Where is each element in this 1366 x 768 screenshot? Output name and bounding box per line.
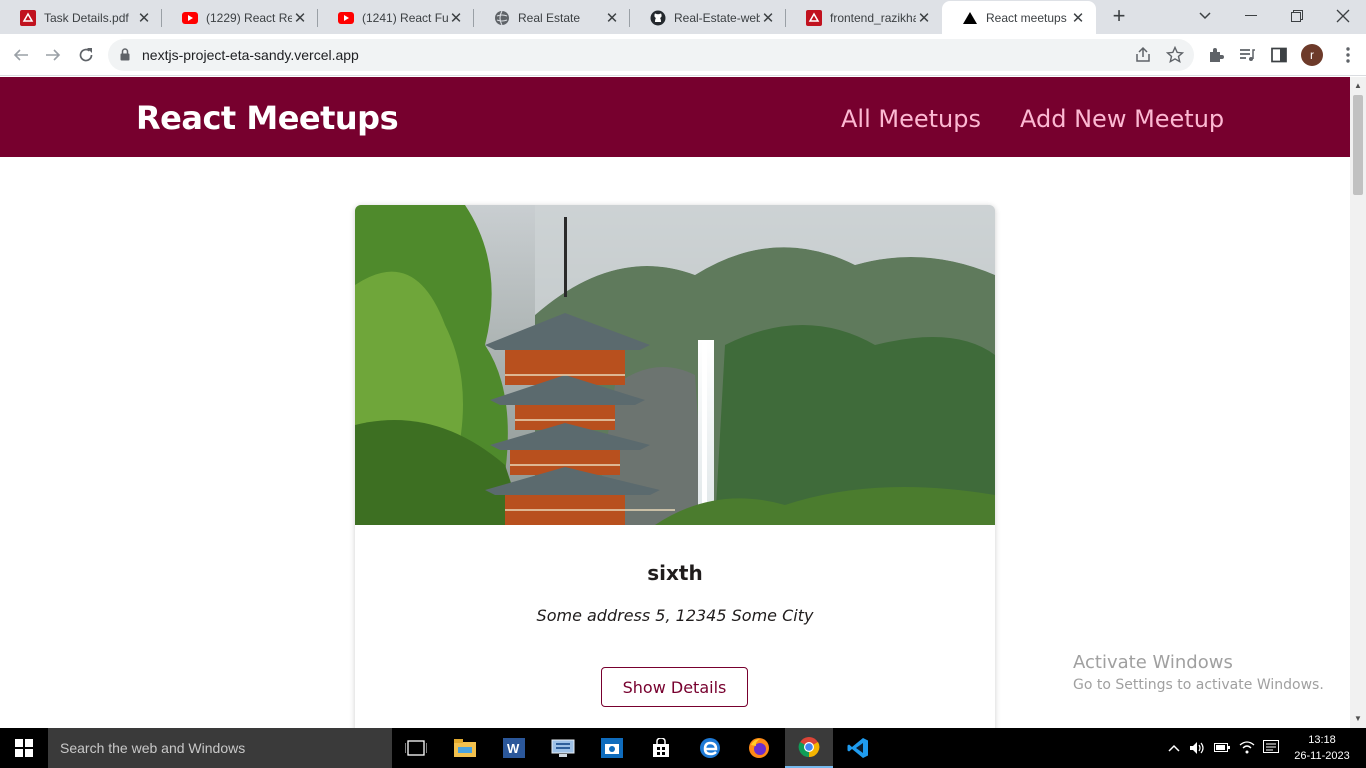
tab-real-estate[interactable]: Real Estate ✕ (474, 1, 630, 34)
tab-title: frontend_razikha (830, 10, 916, 25)
tab-title: Real-Estate-web (674, 10, 760, 25)
back-button[interactable] (9, 43, 33, 67)
tab-search-button[interactable] (1182, 0, 1228, 32)
close-tab-icon[interactable]: ✕ (448, 9, 464, 27)
tab-react-meetups[interactable]: React meetups ✕ (942, 1, 1096, 34)
media-control-icon[interactable] (1237, 45, 1257, 65)
camera-app-icon[interactable] (588, 728, 636, 768)
close-icon (1336, 9, 1350, 23)
side-panel-icon[interactable] (1269, 45, 1289, 65)
menu-icon[interactable] (1338, 45, 1358, 65)
wifi-icon[interactable] (1239, 740, 1255, 757)
scrollbar-thumb[interactable] (1353, 95, 1363, 195)
restore-icon (1291, 10, 1303, 22)
svg-text:W: W (507, 741, 520, 756)
minimize-button[interactable] (1228, 0, 1274, 32)
tab-title: Task Details.pdf (44, 10, 129, 25)
windows-logo-icon (15, 739, 33, 757)
tab-title: React meetups (986, 10, 1067, 25)
close-tab-icon[interactable]: ✕ (916, 9, 932, 27)
browser-tab-strip: Task Details.pdf ✕ (1229) React Res ✕ (1… (0, 0, 1366, 34)
globe-icon (494, 10, 510, 26)
vercel-icon (962, 10, 978, 26)
tab-title: (1241) React Full (362, 10, 448, 25)
watermark-title: Activate Windows (1073, 652, 1233, 673)
page-scrollbar[interactable]: ▲ ▼ (1350, 77, 1366, 728)
arrow-left-icon (13, 49, 28, 61)
start-button[interactable] (0, 728, 48, 768)
meetup-image (355, 205, 995, 525)
address-bar[interactable]: nextjs-project-eta-sandy.vercel.app (108, 39, 1194, 71)
reload-button[interactable] (74, 43, 98, 67)
site-header: React Meetups All Meetups Add New Meetup (0, 77, 1350, 157)
nav-all-meetups-link[interactable]: All Meetups (841, 105, 981, 133)
taskbar-clock[interactable]: 13:18 26-11-2023 (1292, 732, 1352, 764)
tab-react-full[interactable]: (1241) React Full ✕ (318, 1, 474, 34)
pdf-icon (806, 9, 822, 26)
tab-react-res[interactable]: (1229) React Res ✕ (162, 1, 318, 34)
task-view-icon[interactable] (392, 728, 440, 768)
share-icon[interactable] (1134, 46, 1152, 69)
tray-chevron-up-icon[interactable] (1168, 740, 1180, 755)
meetup-title: sixth (647, 561, 703, 585)
tab-frontend-razikha[interactable]: frontend_razikha ✕ (786, 1, 942, 34)
network-app-icon[interactable] (539, 728, 587, 768)
browser-toolbar: nextjs-project-eta-sandy.vercel.app r (0, 34, 1366, 76)
action-center-icon[interactable] (1263, 740, 1279, 759)
scroll-up-icon[interactable]: ▲ (1354, 81, 1362, 90)
url-text[interactable]: nextjs-project-eta-sandy.vercel.app (142, 47, 359, 63)
close-tab-icon[interactable]: ✕ (760, 9, 776, 27)
battery-icon[interactable] (1214, 741, 1230, 756)
firefox-icon[interactable] (735, 728, 783, 768)
close-tab-icon[interactable]: ✕ (1070, 9, 1086, 27)
edge-icon[interactable] (686, 728, 734, 768)
arrow-right-icon (46, 49, 61, 61)
windows-taskbar: Search the web and Windows W 13:18 26-11… (0, 728, 1366, 768)
minimize-icon (1245, 15, 1257, 16)
tab-task-details[interactable]: Task Details.pdf ✕ (0, 1, 162, 34)
restore-button[interactable] (1274, 0, 1320, 32)
file-explorer-icon[interactable] (441, 728, 489, 768)
reload-icon (79, 48, 93, 62)
close-tab-icon[interactable]: ✕ (136, 9, 152, 27)
lock-icon[interactable] (120, 48, 130, 66)
extensions-icon[interactable] (1206, 45, 1226, 65)
close-tab-icon[interactable]: ✕ (604, 9, 620, 27)
youtube-icon (338, 10, 354, 26)
chevron-down-icon (1199, 12, 1211, 20)
pdf-icon (20, 9, 36, 26)
tab-title: Real Estate (518, 10, 581, 25)
scroll-down-icon[interactable]: ▼ (1354, 714, 1362, 723)
page-viewport: React Meetups All Meetups Add New Meetup (0, 77, 1350, 728)
watermark-subtitle: Go to Settings to activate Windows. (1073, 677, 1324, 693)
store-icon[interactable] (637, 728, 685, 768)
clock-time: 13:18 (1308, 734, 1336, 746)
youtube-icon (182, 10, 198, 26)
site-logo[interactable]: React Meetups (136, 99, 399, 137)
taskbar-search-placeholder: Search the web and Windows (60, 740, 246, 756)
clock-date: 26-11-2023 (1294, 750, 1350, 762)
meetup-card: sixth Some address 5, 12345 Some City Sh… (355, 205, 995, 728)
activate-windows-watermark: Activate Windows Go to Settings to activ… (1073, 652, 1324, 693)
bookmark-star-icon[interactable] (1165, 45, 1185, 69)
tab-title: (1229) React Res (206, 10, 292, 25)
profile-avatar[interactable]: r (1301, 44, 1323, 66)
new-tab-button[interactable]: + (1108, 5, 1130, 28)
chrome-icon[interactable] (785, 728, 833, 768)
meetup-address: Some address 5, 12345 Some City (536, 606, 814, 625)
taskbar-search[interactable]: Search the web and Windows (48, 728, 392, 768)
tab-real-estate-web[interactable]: Real-Estate-web ✕ (630, 1, 786, 34)
show-details-button[interactable]: Show Details (601, 667, 748, 707)
forward-button[interactable] (41, 43, 65, 67)
github-icon (650, 10, 666, 26)
volume-icon[interactable] (1189, 741, 1205, 758)
close-tab-icon[interactable]: ✕ (292, 9, 308, 27)
vscode-icon[interactable] (834, 728, 882, 768)
nav-add-meetup-link[interactable]: Add New Meetup (1020, 105, 1224, 133)
close-window-button[interactable] (1320, 0, 1366, 32)
word-icon[interactable]: W (490, 728, 538, 768)
